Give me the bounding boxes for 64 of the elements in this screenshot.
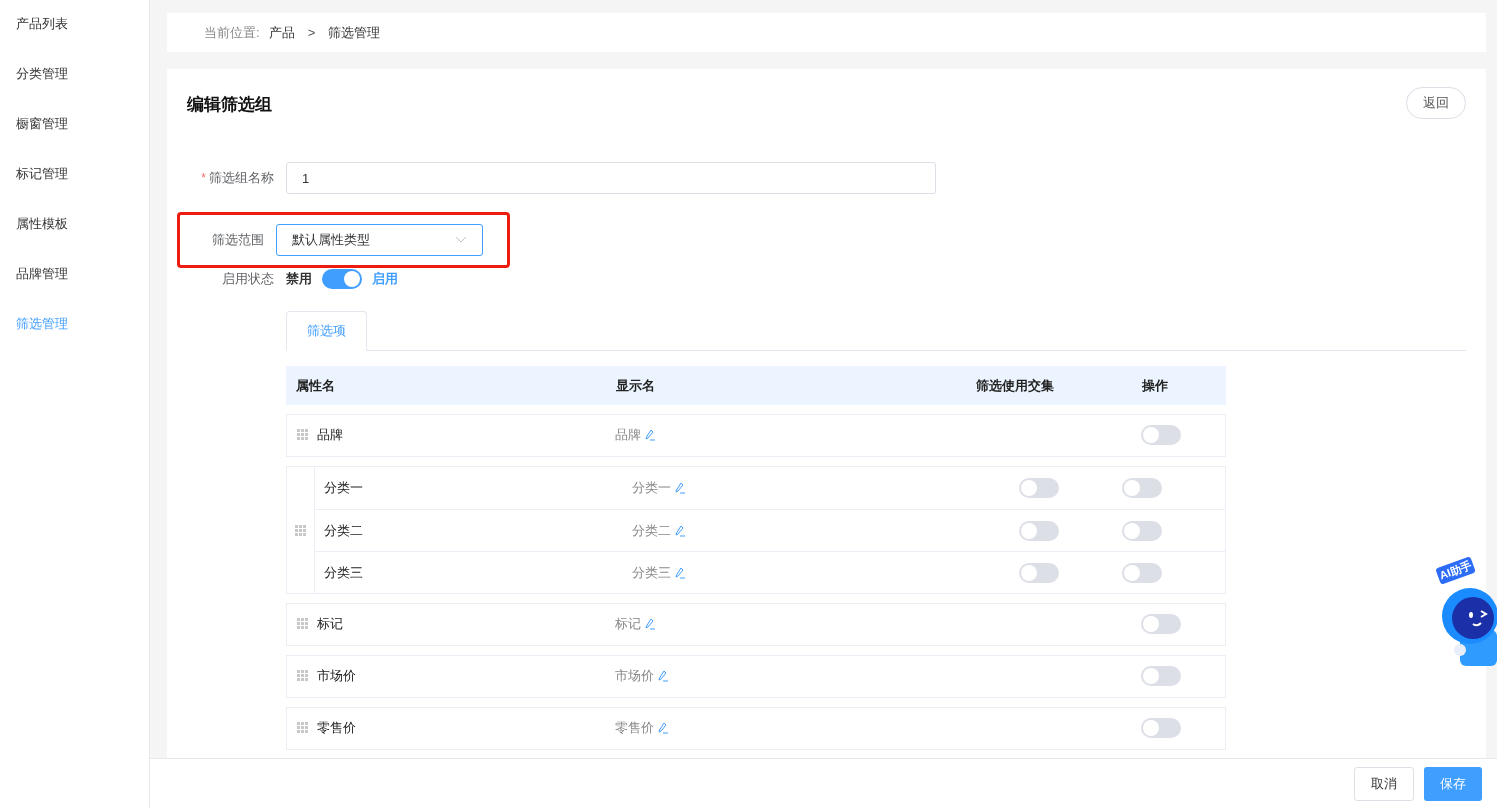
toggle-switch[interactable] (1019, 478, 1059, 498)
required-asterisk: * (201, 170, 206, 187)
cancel-button[interactable]: 取消 (1354, 766, 1414, 801)
breadcrumb-separator: > (306, 23, 317, 42)
toggle-on-label: 启用 (372, 270, 398, 289)
breadcrumb-prefix: 当前位置: (204, 23, 260, 42)
toggle-switch[interactable] (1141, 717, 1181, 738)
breadcrumb-link[interactable]: 产品 (268, 22, 295, 43)
display-name: 市场价 (615, 666, 654, 685)
attribute-name: 标记 (317, 614, 344, 633)
display-name: 标记 (615, 614, 641, 633)
sidebar-item[interactable]: 橱窗管理 (0, 114, 149, 164)
display-name: 分类三 (632, 563, 671, 582)
sidebar-item[interactable]: 产品列表 (0, 14, 149, 64)
sidebar-item[interactable]: 分类管理 (0, 64, 149, 114)
toggle-switch[interactable] (1019, 520, 1059, 541)
drag-handle-icon[interactable] (296, 429, 308, 440)
toggle-switch[interactable] (1122, 562, 1162, 583)
chevron-down-icon (455, 236, 467, 244)
sidebar-item[interactable]: 品牌管理 (0, 264, 149, 314)
column-header: 操作 (1142, 376, 1169, 395)
toggle-switch[interactable] (1141, 613, 1181, 634)
pencil-icon[interactable] (645, 428, 656, 441)
scope-select[interactable]: 默认属性类型 (276, 224, 483, 256)
attribute-name: 分类二 (324, 521, 364, 540)
sidebar-item[interactable]: 标记管理 (0, 164, 149, 214)
display-name: 品牌 (615, 425, 641, 444)
field-label: 启用状态 (222, 270, 274, 289)
pencil-icon[interactable] (675, 482, 686, 494)
column-header: 属性名 (295, 376, 336, 395)
sidebar-item[interactable]: 属性模板 (0, 214, 149, 264)
toggle-switch[interactable] (1019, 562, 1059, 583)
breadcrumb-link[interactable]: 筛选管理 (328, 22, 381, 43)
attribute-name: 分类一 (324, 479, 364, 498)
toggle-switch[interactable] (1141, 424, 1181, 445)
display-name: 分类一 (632, 479, 671, 498)
back-button[interactable]: 返回 (1406, 87, 1466, 119)
drag-handle-icon[interactable] (296, 618, 308, 629)
toggle-off-label: 禁用 (286, 270, 312, 289)
attribute-name: 市场价 (317, 666, 357, 685)
pencil-icon[interactable] (645, 617, 656, 630)
pencil-icon[interactable] (675, 524, 686, 537)
attribute-name: 零售价 (317, 718, 357, 737)
drag-handle-icon[interactable] (295, 524, 306, 536)
column-header: 筛选使用交集 (975, 376, 1055, 395)
name-input[interactable]: 1 (286, 162, 936, 194)
field-label: 筛选组名称 (209, 169, 274, 188)
drag-handle-icon[interactable] (296, 670, 308, 681)
attribute-name: 品牌 (317, 425, 344, 444)
attribute-name: 分类三 (324, 563, 364, 582)
select-value: 默认属性类型 (292, 231, 370, 250)
display-name: 零售价 (615, 718, 654, 737)
column-header: 显示名 (616, 376, 656, 395)
field-label: 筛选范围 (212, 231, 264, 250)
page-title: 编辑筛选组 (187, 94, 272, 117)
toggle-switch[interactable] (1122, 520, 1162, 541)
pencil-icon[interactable] (658, 669, 669, 682)
toggle-switch[interactable] (322, 269, 362, 289)
toggle-switch[interactable] (1141, 665, 1181, 686)
pencil-icon[interactable] (675, 566, 686, 579)
drag-handle-icon[interactable] (296, 722, 308, 733)
pencil-icon[interactable] (658, 721, 669, 734)
toggle-switch[interactable] (1122, 478, 1162, 498)
display-name: 分类二 (632, 521, 671, 540)
